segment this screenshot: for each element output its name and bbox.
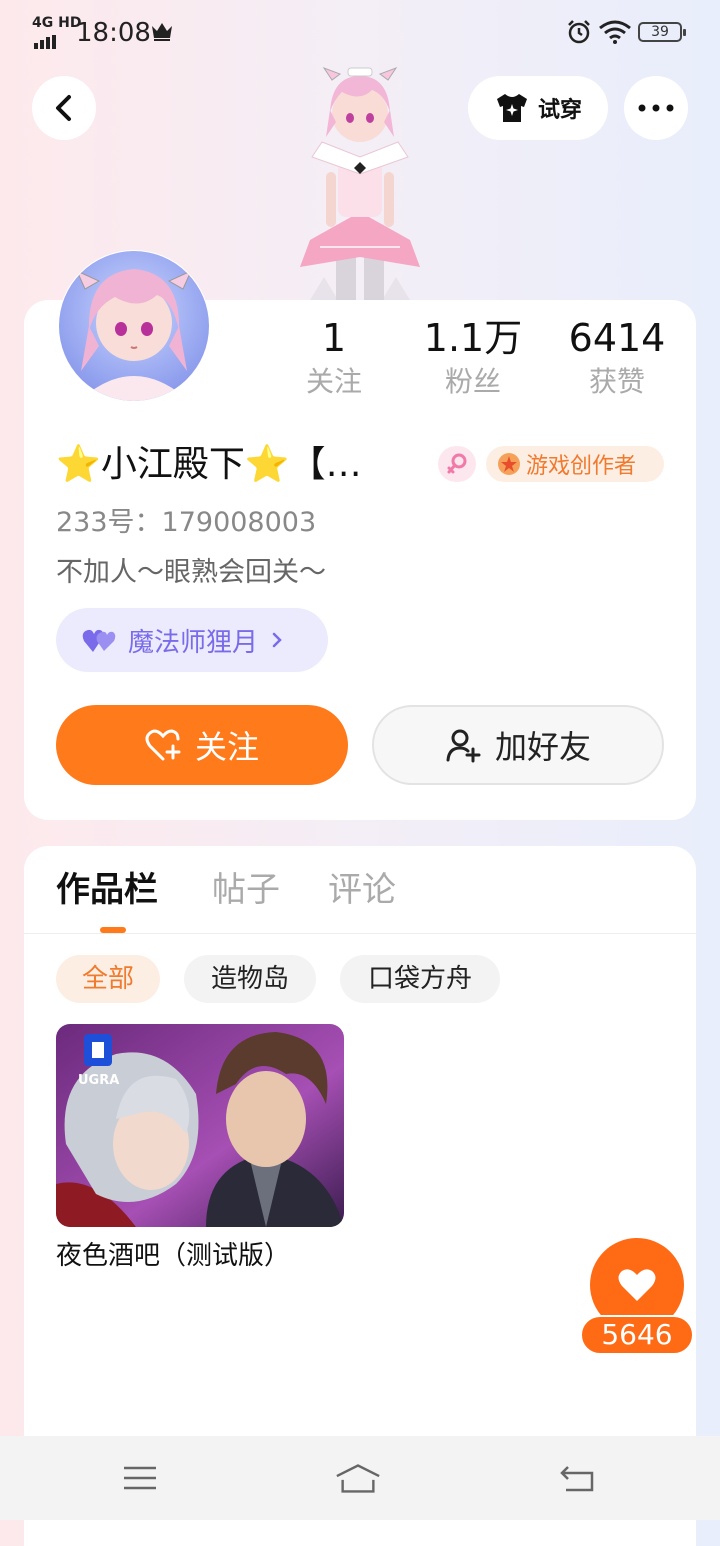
- avatar-image: [59, 251, 209, 401]
- back-icon: [560, 1466, 594, 1492]
- stat-likes[interactable]: 6414 获赞: [547, 316, 687, 402]
- tab-works[interactable]: 作品栏: [56, 866, 158, 914]
- female-icon: [447, 453, 467, 474]
- try-on-label: 试穿: [537, 98, 582, 123]
- tab-posts[interactable]: 帖子: [212, 866, 280, 914]
- avatar-character-illustration[interactable]: [280, 62, 440, 300]
- fans-count: 1.1万: [423, 316, 523, 360]
- add-user-icon: [446, 729, 481, 763]
- thumb-logo: UGRA: [78, 1073, 119, 1088]
- following-label: 关注: [305, 365, 362, 398]
- likes-count: 6414: [568, 316, 666, 360]
- menu-icon: [124, 1466, 156, 1490]
- status-bar: 4G HD 18:08 39: [0, 0, 720, 64]
- battery-indicator: 39: [638, 22, 686, 42]
- fans-label: 粉丝: [444, 365, 501, 398]
- follow-label: 关注: [194, 728, 259, 766]
- back-button[interactable]: [32, 76, 96, 140]
- wifi-icon: [599, 20, 631, 44]
- game-thumbnail[interactable]: UGRA: [56, 1024, 344, 1227]
- creator-label: 游戏创作者: [526, 454, 637, 479]
- heart-plus-icon: [145, 729, 181, 761]
- signal-icon: [34, 30, 58, 49]
- add-friend-label: 加好友: [494, 728, 591, 766]
- nickname: ⭐小江殿下⭐【…: [56, 444, 362, 485]
- game-title[interactable]: 夜色酒吧（测试版）: [56, 1236, 290, 1276]
- tshirt-icon: [496, 94, 527, 122]
- chevron-right-icon: [272, 632, 282, 648]
- tab-comments[interactable]: 评论: [328, 866, 396, 914]
- likes-label: 获赞: [588, 365, 645, 398]
- creator-icon: [498, 453, 520, 475]
- stat-fans[interactable]: 1.1万 粉丝: [403, 316, 543, 402]
- gender-badge: [438, 446, 476, 482]
- filter-all[interactable]: 全部: [56, 955, 160, 1003]
- creator-badge[interactable]: 游戏创作者: [486, 446, 664, 482]
- network-indicator: 4G HD: [32, 15, 82, 31]
- follow-button[interactable]: 关注: [56, 705, 348, 785]
- heart-icon: [618, 1269, 656, 1301]
- filter-pocket-ark[interactable]: 口袋方舟: [340, 955, 500, 1003]
- clock: 18:08: [76, 18, 151, 48]
- more-icon: [638, 104, 674, 112]
- add-friend-button[interactable]: 加好友: [372, 705, 664, 785]
- like-count: 5646: [580, 1315, 694, 1355]
- filter-creation-island[interactable]: 造物岛: [184, 955, 316, 1003]
- tab-divider: [24, 933, 696, 934]
- try-on-button[interactable]: 试穿: [468, 76, 608, 140]
- alarm-icon: [568, 20, 590, 44]
- home-icon: [336, 1464, 380, 1493]
- back-arrow-icon: [56, 95, 71, 121]
- system-nav-bar: [0, 1436, 720, 1520]
- guild-label: 魔法师狸月: [128, 627, 259, 658]
- heart-pair-icon: [82, 629, 116, 652]
- following-count: 1: [321, 316, 347, 360]
- guild-chip[interactable]: 魔法师狸月: [56, 608, 328, 672]
- crown-icon: [152, 23, 172, 41]
- more-button[interactable]: [624, 76, 688, 140]
- bio: 不加人～眼熟会回关～: [56, 557, 326, 588]
- system-back-button[interactable]: [554, 1456, 602, 1500]
- menu-button[interactable]: [116, 1456, 164, 1500]
- stat-following[interactable]: 1 关注: [264, 316, 404, 402]
- avatar[interactable]: [58, 250, 210, 402]
- home-button[interactable]: [334, 1456, 382, 1500]
- user-id[interactable]: 233号：179008003: [56, 503, 316, 543]
